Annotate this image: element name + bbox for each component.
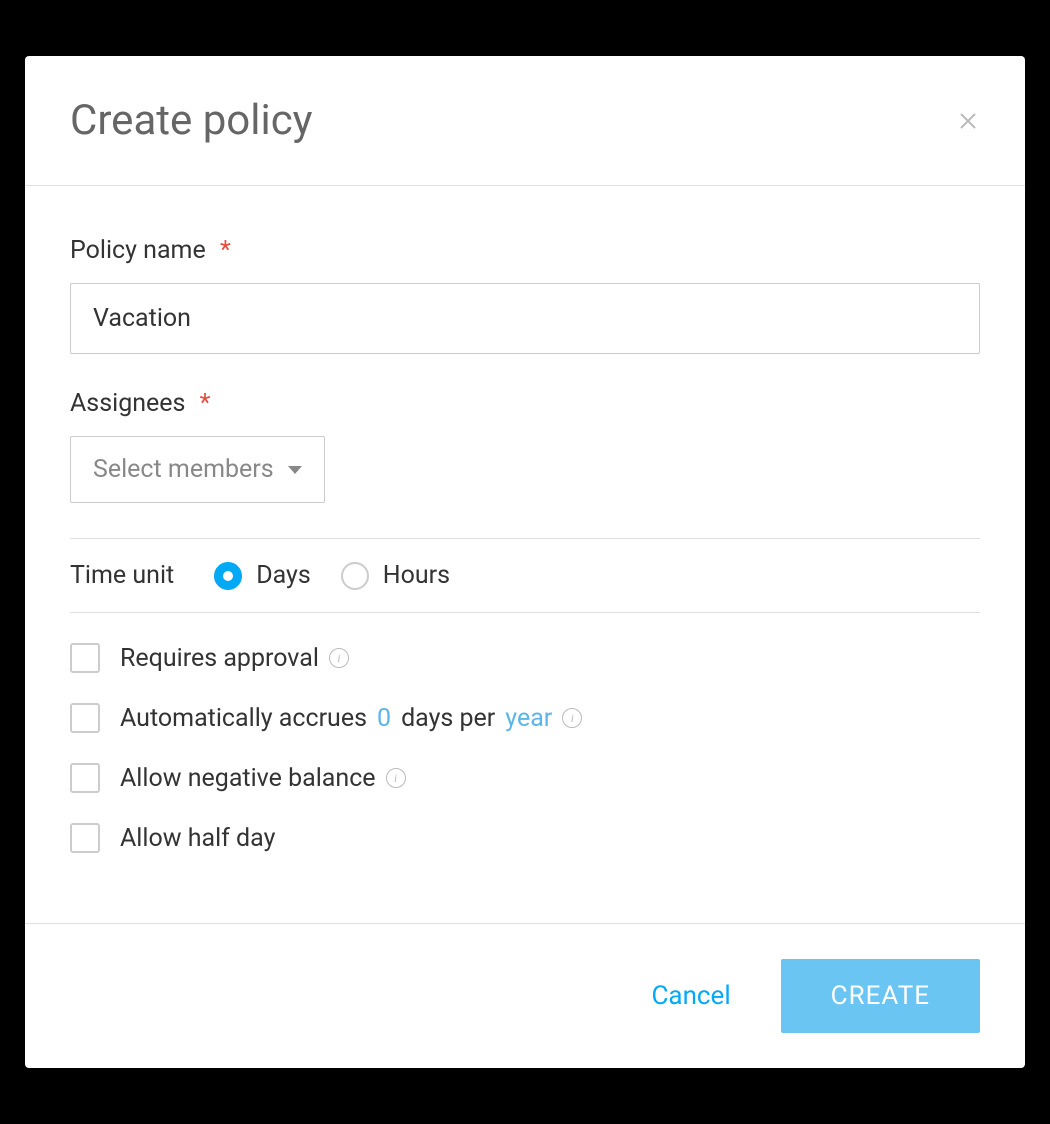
half-day-checkbox[interactable] — [70, 823, 100, 853]
auto-accrues-prefix: Automatically accrues — [120, 704, 367, 733]
modal-body: Policy name * Assignees * Select members… — [25, 186, 1025, 923]
assignees-placeholder: Select members — [93, 455, 274, 484]
options-list: Requires approval i Automatically accrue… — [70, 643, 980, 853]
half-day-label: Allow half day — [120, 824, 275, 853]
policy-name-label-text: Policy name — [70, 236, 206, 265]
auto-accrues-mid: days per — [401, 704, 495, 733]
chevron-down-icon — [288, 466, 302, 474]
time-unit-hours-option[interactable]: Hours — [341, 561, 450, 590]
requires-approval-checkbox[interactable] — [70, 643, 100, 673]
info-icon[interactable]: i — [329, 648, 349, 668]
info-icon[interactable]: i — [386, 768, 406, 788]
policy-name-group: Policy name * — [70, 236, 980, 354]
negative-balance-checkbox[interactable] — [70, 763, 100, 793]
radio-unselected-icon — [341, 562, 369, 590]
auto-accrues-value[interactable]: 0 — [377, 704, 391, 733]
policy-name-input[interactable] — [70, 283, 980, 354]
negative-balance-row: Allow negative balance i — [70, 763, 980, 793]
policy-name-label: Policy name * — [70, 236, 980, 265]
auto-accrues-period[interactable]: year — [505, 704, 552, 733]
radio-selected-icon — [214, 562, 242, 590]
cancel-button[interactable]: Cancel — [652, 981, 731, 1011]
requires-approval-label: Requires approval i — [120, 644, 349, 673]
create-button[interactable]: CREATE — [781, 959, 980, 1033]
required-indicator: * — [220, 236, 231, 265]
time-unit-days-label: Days — [256, 561, 311, 590]
requires-approval-row: Requires approval i — [70, 643, 980, 673]
modal-header: Create policy — [25, 56, 1025, 186]
time-unit-label: Time unit — [70, 561, 174, 590]
half-day-text: Allow half day — [120, 824, 275, 853]
close-icon[interactable] — [956, 109, 980, 133]
auto-accrues-row: Automatically accrues 0 days per year i — [70, 703, 980, 733]
required-indicator: * — [200, 389, 211, 418]
info-icon[interactable]: i — [562, 708, 582, 728]
auto-accrues-label: Automatically accrues 0 days per year i — [120, 704, 582, 733]
assignees-label: Assignees * — [70, 389, 980, 418]
requires-approval-text: Requires approval — [120, 644, 319, 673]
assignees-group: Assignees * Select members — [70, 389, 980, 503]
negative-balance-text: Allow negative balance — [120, 764, 376, 793]
half-day-row: Allow half day — [70, 823, 980, 853]
create-policy-modal: Create policy Policy name * Assignees * … — [25, 56, 1025, 1068]
modal-title: Create policy — [70, 96, 313, 145]
assignees-label-text: Assignees — [70, 389, 185, 418]
negative-balance-label: Allow negative balance i — [120, 764, 406, 793]
time-unit-hours-label: Hours — [383, 561, 450, 590]
time-unit-row: Time unit Days Hours — [70, 538, 980, 613]
modal-footer: Cancel CREATE — [25, 923, 1025, 1068]
auto-accrues-checkbox[interactable] — [70, 703, 100, 733]
time-unit-days-option[interactable]: Days — [214, 561, 311, 590]
assignees-dropdown[interactable]: Select members — [70, 436, 325, 503]
